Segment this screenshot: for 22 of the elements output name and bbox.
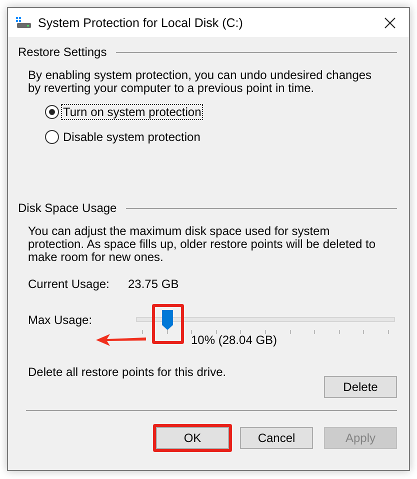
close-icon	[384, 16, 396, 28]
description-text: Delete all restore points for this drive.	[28, 365, 226, 381]
slider-thumb[interactable]	[162, 310, 173, 330]
dialog-button[interactable]: Cancel	[240, 427, 313, 449]
slider-track[interactable]	[136, 317, 395, 322]
drive-icon	[16, 16, 32, 28]
delete-button[interactable]: Delete	[324, 376, 397, 398]
usage-value: 23.75 GB	[128, 277, 179, 291]
group-heading: Disk Space Usage	[18, 201, 118, 215]
radio-label[interactable]: Turn on system protection	[61, 104, 204, 120]
description-text: You can adjust the maximum disk space used for system protection. As space fills up, older restore points will be deleted to make room for new ones.	[28, 225, 377, 264]
radio-label[interactable]: Disable system protection	[61, 129, 202, 145]
window-title: System Protection for Local Disk (C:)	[38, 16, 244, 30]
dialog-button[interactable]: OK	[156, 427, 229, 449]
arrow-icon	[96, 334, 146, 346]
field-label: Current Usage:	[28, 277, 110, 291]
field-label: Max Usage:	[28, 313, 94, 327]
radio-button[interactable]	[45, 130, 59, 144]
group-heading: Restore Settings	[18, 45, 108, 59]
description-text: By enabling system protection, you can undo undesired changes by reverting your computer to a previous point in time.	[28, 69, 373, 95]
usage-reading: 10% (28.04 GB)	[191, 333, 278, 347]
radio-button[interactable]	[45, 105, 59, 119]
